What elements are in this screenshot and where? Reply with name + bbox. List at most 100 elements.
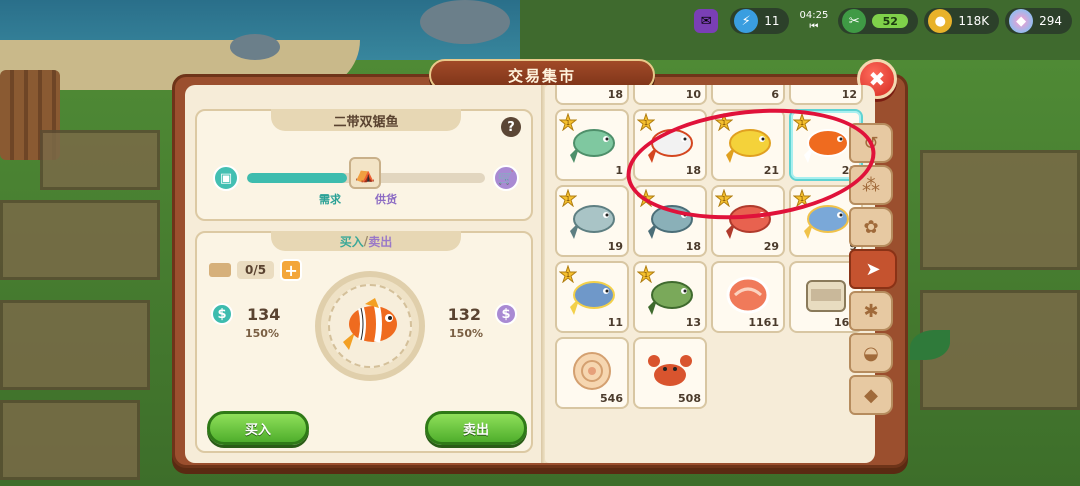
trade-tab: 买入 / 卖出	[271, 231, 461, 251]
buy-coin-icon: $	[211, 303, 233, 325]
farm-plot	[0, 200, 160, 280]
item-count: 18	[607, 88, 623, 101]
inventory-cell[interactable]: 546	[555, 337, 629, 409]
item-count: 11	[607, 316, 623, 329]
ticket-count: 11	[764, 14, 780, 28]
tools-icon: ✂	[842, 9, 867, 33]
farm-plot	[0, 400, 140, 480]
tab-fish[interactable]: ➤	[849, 249, 897, 289]
rewind-icon[interactable]: ⏮	[809, 21, 818, 32]
demand-fill	[247, 173, 347, 183]
inventory-cell[interactable]: 1161	[711, 261, 785, 333]
lightning-icon: ⚡	[734, 9, 759, 33]
gold-counter[interactable]: ● 118K	[924, 8, 1000, 34]
clownfish-icon	[328, 284, 412, 368]
item-count: 546	[600, 392, 623, 405]
item-name: 二带双锯鱼	[271, 109, 461, 131]
gold-coin-icon: ●	[928, 9, 953, 33]
svg-text:1: 1	[566, 271, 570, 279]
gem-value: 294	[1039, 14, 1062, 28]
item-count: 18	[685, 240, 701, 253]
ticket-counter[interactable]: ⚡ 11	[730, 8, 790, 34]
energy-value: 52	[872, 14, 909, 28]
buy-button[interactable]: 买入	[207, 411, 309, 445]
left-page: 二带双锯鱼 ? ▣ ⛺ 🛒 需求 供货 买入 / 卖出 0/5 + $ 134 …	[185, 85, 545, 463]
inventory-cell[interactable]: 1 11	[555, 261, 629, 333]
seashell-icon	[567, 349, 617, 397]
buy-percent: 150%	[245, 327, 279, 340]
shell-icon: ◒	[863, 342, 879, 364]
inventory-cell[interactable]: 1 13	[633, 261, 707, 333]
sell-price: 132	[447, 305, 481, 324]
rock	[230, 34, 280, 60]
inventory-cell[interactable]: 508	[633, 337, 707, 409]
star-rank-icon: 1	[558, 188, 578, 208]
fish-icon: ➤	[865, 258, 881, 280]
inventory-cell[interactable]: 11	[555, 109, 629, 181]
farm-plot	[920, 150, 1080, 270]
sell-tab-label: 卖出	[368, 234, 393, 249]
trade-card: 买入 / 卖出 0/5 + $ 134 150% $ 132 150% 买入 卖…	[195, 231, 533, 453]
stock-count: 0/5	[237, 261, 275, 279]
top-hud: ✉ ⚡ 11 04:25 ⏮ ✂ 52 ● 118K ◆ 294	[694, 6, 1080, 36]
item-count: 6	[771, 88, 779, 101]
tab-bug[interactable]: ✱	[849, 291, 893, 331]
mail-icon[interactable]: ✉	[694, 9, 719, 33]
svg-text:1: 1	[644, 119, 648, 127]
crab-icon	[645, 349, 695, 397]
bug-icon: ✱	[863, 300, 879, 322]
sell-button[interactable]: 卖出	[425, 411, 527, 445]
svg-text:1: 1	[644, 271, 648, 279]
energy-counter[interactable]: ✂ 52	[838, 8, 919, 34]
wheat-icon: ⁂	[862, 174, 880, 196]
salmon-steak-icon	[723, 273, 773, 321]
help-icon[interactable]: ?	[501, 117, 521, 137]
inventory-cell[interactable]: 18	[555, 85, 629, 105]
item-count: 1	[615, 164, 623, 177]
sell-percent: 150%	[449, 327, 483, 340]
inventory-cell[interactable]: 12	[789, 85, 863, 105]
item-count: 13	[685, 316, 701, 329]
add-stock-button[interactable]: +	[280, 259, 303, 281]
buy-tab-label: 买入	[339, 234, 364, 249]
farm-plot	[0, 300, 150, 390]
inventory-cell[interactable]: 1 19	[555, 185, 629, 257]
supply-demand-meter: ▣ ⛺ 🛒	[213, 157, 519, 193]
selected-item-display	[315, 271, 425, 381]
item-count: 19	[607, 240, 623, 253]
item-count: 10	[685, 88, 701, 101]
box-icon: ▣	[213, 165, 239, 191]
rock	[420, 0, 510, 44]
scroll-icon	[209, 263, 231, 277]
gem-counter[interactable]: ◆ 294	[1005, 8, 1072, 34]
fruit-icon: ✿	[863, 216, 879, 238]
item-count: 1161	[748, 316, 779, 329]
tab-fruit[interactable]: ✿	[849, 207, 893, 247]
mineral-icon: ◆	[864, 384, 878, 406]
svg-text:1: 1	[566, 195, 570, 203]
demand-label: 需求	[319, 193, 341, 206]
star-rank-icon: 1	[636, 112, 656, 132]
rainbow-gem-icon: ◆	[1009, 9, 1034, 33]
stock-indicator: 0/5 +	[209, 259, 303, 281]
buy-price: 134	[247, 305, 281, 324]
tab-mineral[interactable]: ◆	[849, 375, 893, 415]
star-rank-icon: 1	[558, 264, 578, 284]
inventory-cell[interactable]: 10	[633, 85, 707, 105]
gold-value: 118K	[958, 14, 990, 28]
canned-fish-icon	[801, 273, 851, 321]
inventory-top-row: 18 10 6 12	[555, 85, 869, 105]
item-info-card: 二带双锯鱼 ? ▣ ⛺ 🛒 需求 供货	[195, 109, 533, 221]
farm-plot	[40, 130, 160, 190]
inventory-cell[interactable]: 6	[711, 85, 785, 105]
sell-coin-icon: $	[495, 303, 517, 325]
game-clock: 04:25 ⏮	[799, 10, 828, 32]
item-count: 12	[841, 88, 857, 101]
star-rank-icon: 1	[636, 264, 656, 284]
item-count: 508	[678, 392, 701, 405]
clock-time: 04:25	[799, 10, 829, 21]
star-rank-icon: 1	[558, 112, 578, 132]
svg-text:1: 1	[566, 119, 570, 127]
tab-shell[interactable]: ◒	[849, 333, 893, 373]
market-stall-icon: ⛺	[349, 157, 381, 189]
